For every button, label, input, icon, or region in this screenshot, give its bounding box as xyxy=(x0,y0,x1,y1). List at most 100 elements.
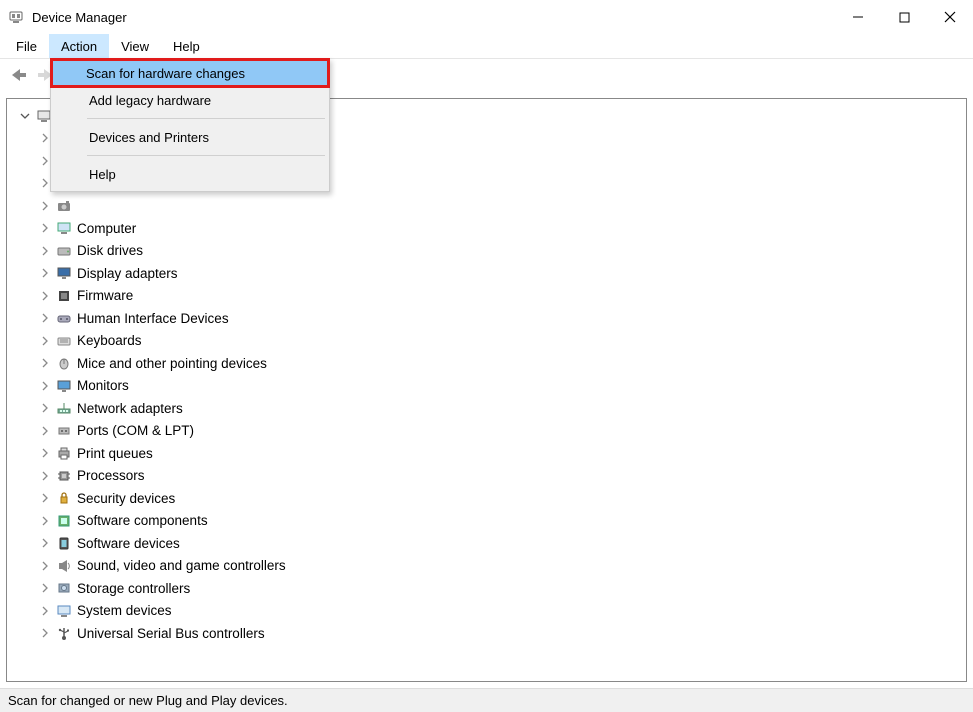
tree-item-label: Disk drives xyxy=(77,243,143,258)
tree-item[interactable]: Processors xyxy=(39,465,966,488)
minimize-button[interactable] xyxy=(835,0,881,34)
storage-icon xyxy=(55,579,73,597)
tree-item-label: Ports (COM & LPT) xyxy=(77,423,194,438)
tree-item[interactable]: Mice and other pointing devices xyxy=(39,352,966,375)
tree-item-label: Sound, video and game controllers xyxy=(77,558,286,573)
window-title: Device Manager xyxy=(32,10,127,25)
chevron-right-icon[interactable] xyxy=(39,470,51,482)
disk-icon xyxy=(55,242,73,260)
status-text: Scan for changed or new Plug and Play de… xyxy=(8,693,288,708)
tree-item-label: Software devices xyxy=(77,536,180,551)
tree-item[interactable] xyxy=(39,195,966,218)
chevron-right-icon[interactable] xyxy=(39,425,51,437)
chevron-right-icon[interactable] xyxy=(39,290,51,302)
chevron-down-icon xyxy=(19,110,31,122)
keyboard-icon xyxy=(55,332,73,350)
chevron-right-icon[interactable] xyxy=(39,605,51,617)
tree-item[interactable]: Keyboards xyxy=(39,330,966,353)
tree-item[interactable]: Monitors xyxy=(39,375,966,398)
action-menu-dropdown: Scan for hardware changes Add legacy har… xyxy=(50,58,330,192)
maximize-button[interactable] xyxy=(881,0,927,34)
mouse-icon xyxy=(55,354,73,372)
tree-item[interactable]: Security devices xyxy=(39,487,966,510)
chevron-right-icon[interactable] xyxy=(39,582,51,594)
menu-separator xyxy=(87,155,325,156)
chevron-right-icon[interactable] xyxy=(39,357,51,369)
menu-view[interactable]: View xyxy=(109,34,161,58)
tree-item[interactable]: Human Interface Devices xyxy=(39,307,966,330)
tree-item-label: Software components xyxy=(77,513,208,528)
tree-item-label: Print queues xyxy=(77,446,153,461)
tree-item[interactable]: Ports (COM & LPT) xyxy=(39,420,966,443)
tree-item[interactable]: Computer xyxy=(39,217,966,240)
tree-item[interactable]: Firmware xyxy=(39,285,966,308)
close-button[interactable] xyxy=(927,0,973,34)
statusbar: Scan for changed or new Plug and Play de… xyxy=(0,688,973,712)
chevron-right-icon[interactable] xyxy=(39,222,51,234)
display-icon xyxy=(55,264,73,282)
tree-item-label: Security devices xyxy=(77,491,175,506)
tree-item-label: Mice and other pointing devices xyxy=(77,356,267,371)
tree-item[interactable]: System devices xyxy=(39,600,966,623)
tree-item[interactable]: Sound, video and game controllers xyxy=(39,555,966,578)
menu-action[interactable]: Action xyxy=(49,34,109,58)
chevron-right-icon[interactable] xyxy=(39,380,51,392)
swcomp-icon xyxy=(55,512,73,530)
menu-item-scan-hardware[interactable]: Scan for hardware changes xyxy=(50,58,330,88)
swdev-icon xyxy=(55,534,73,552)
chevron-right-icon[interactable] xyxy=(39,627,51,639)
window-controls xyxy=(835,0,973,34)
tree-item-label: Firmware xyxy=(77,288,133,303)
camera-icon xyxy=(55,197,73,215)
chevron-right-icon[interactable] xyxy=(39,560,51,572)
tree-item-label: Storage controllers xyxy=(77,581,190,596)
titlebar: Device Manager xyxy=(0,0,973,34)
computer-icon xyxy=(55,219,73,237)
ports-icon xyxy=(55,422,73,440)
tree-item-label: Monitors xyxy=(77,378,129,393)
tree-item[interactable]: Print queues xyxy=(39,442,966,465)
cpu-icon xyxy=(55,467,73,485)
tree-item-label: Display adapters xyxy=(77,266,178,281)
tree-item-label: Network adapters xyxy=(77,401,183,416)
tree-item-label: Universal Serial Bus controllers xyxy=(77,626,265,641)
menu-item-help[interactable]: Help xyxy=(53,159,327,189)
chevron-right-icon[interactable] xyxy=(39,335,51,347)
network-icon xyxy=(55,399,73,417)
tree-item-label: Computer xyxy=(77,221,136,236)
chevron-right-icon[interactable] xyxy=(39,402,51,414)
menu-separator xyxy=(87,118,325,119)
menu-item-devices-printers[interactable]: Devices and Printers xyxy=(53,122,327,152)
tree-item-label: Processors xyxy=(77,468,145,483)
usb-icon xyxy=(55,624,73,642)
chevron-right-icon[interactable] xyxy=(39,200,51,212)
tree-item[interactable]: Software devices xyxy=(39,532,966,555)
tree-item-label: System devices xyxy=(77,603,172,618)
back-button[interactable] xyxy=(6,63,30,87)
tree-item[interactable]: Display adapters xyxy=(39,262,966,285)
app-icon xyxy=(8,9,24,25)
tree-item[interactable]: Software components xyxy=(39,510,966,533)
printer-icon xyxy=(55,444,73,462)
menu-help[interactable]: Help xyxy=(161,34,212,58)
chevron-right-icon[interactable] xyxy=(39,537,51,549)
tree-item-label: Keyboards xyxy=(77,333,142,348)
menu-item-add-legacy[interactable]: Add legacy hardware xyxy=(53,85,327,115)
hid-icon xyxy=(55,309,73,327)
tree-item[interactable]: Storage controllers xyxy=(39,577,966,600)
chevron-right-icon[interactable] xyxy=(39,515,51,527)
tree-item[interactable]: Disk drives xyxy=(39,240,966,263)
menubar: File Action View Help xyxy=(0,34,973,58)
chevron-right-icon[interactable] xyxy=(39,245,51,257)
security-icon xyxy=(55,489,73,507)
firmware-icon xyxy=(55,287,73,305)
menu-file[interactable]: File xyxy=(4,34,49,58)
system-icon xyxy=(55,602,73,620)
chevron-right-icon[interactable] xyxy=(39,267,51,279)
chevron-right-icon[interactable] xyxy=(39,312,51,324)
chevron-right-icon[interactable] xyxy=(39,447,51,459)
tree-item[interactable]: Network adapters xyxy=(39,397,966,420)
tree-item-label: Human Interface Devices xyxy=(77,311,229,326)
chevron-right-icon[interactable] xyxy=(39,492,51,504)
tree-item[interactable]: Universal Serial Bus controllers xyxy=(39,622,966,645)
